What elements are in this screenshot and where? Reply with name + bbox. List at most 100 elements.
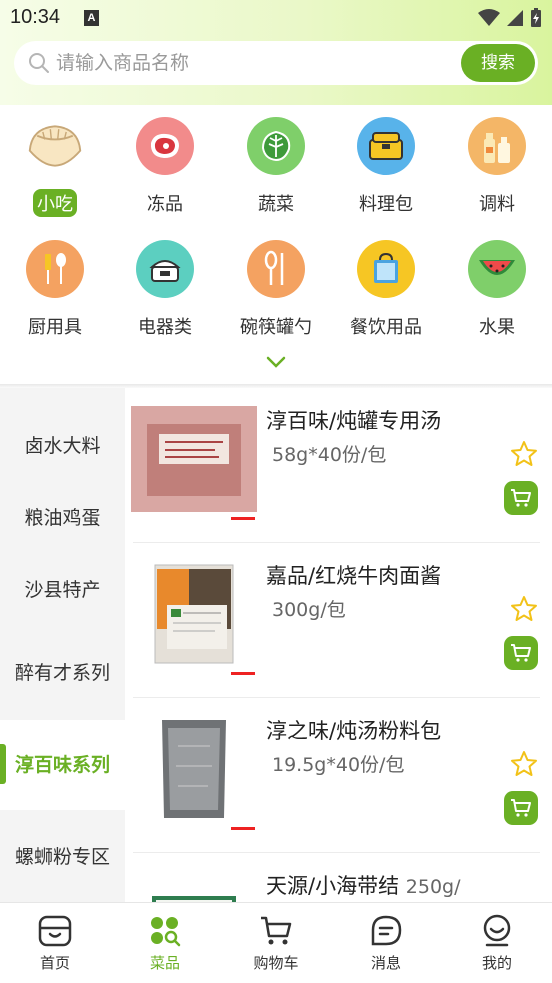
category-appliances[interactable]: 电器类 bbox=[110, 240, 220, 340]
category-seasoning[interactable]: 调料 bbox=[442, 117, 552, 217]
sidebar-item-grain-oil-eggs[interactable]: 粮油鸡蛋 bbox=[0, 478, 125, 558]
cart-icon bbox=[511, 489, 531, 507]
tab-cart[interactable]: 购物车 bbox=[221, 903, 331, 983]
lettuce-icon bbox=[247, 117, 305, 175]
category-fruit[interactable]: 水果 bbox=[442, 240, 552, 340]
tab-home[interactable]: 首页 bbox=[0, 903, 110, 983]
product-spec: 58g*40份/包 bbox=[272, 444, 387, 466]
menu-grid-icon bbox=[147, 913, 183, 949]
cart-icon bbox=[511, 799, 531, 817]
notification-a-icon: A bbox=[84, 10, 99, 26]
battery-icon bbox=[531, 8, 541, 27]
category-label: 碗筷罐勺 bbox=[240, 317, 312, 338]
shopping-bag-icon bbox=[357, 240, 415, 298]
tab-label: 首页 bbox=[39, 954, 70, 972]
category-label: 水果 bbox=[479, 317, 515, 338]
product-item[interactable]: 嘉品/红烧牛肉面酱 300g/包 bbox=[125, 543, 552, 698]
search-bar: 搜索 bbox=[14, 41, 538, 85]
category-label: 蔬菜 bbox=[258, 194, 294, 215]
system-icons bbox=[478, 8, 542, 28]
wifi-icon bbox=[478, 9, 500, 26]
product-name: 淳之味/炖汤粉料包 bbox=[266, 719, 442, 743]
product-spec: 300g/包 bbox=[272, 599, 346, 621]
home-icon bbox=[37, 913, 73, 949]
chevron-down-icon[interactable] bbox=[266, 355, 286, 369]
active-indicator bbox=[0, 744, 6, 784]
product-image: TY bbox=[131, 871, 257, 902]
tab-dishes[interactable]: 菜品 bbox=[110, 903, 220, 983]
sidebar-item-luosifen-zone[interactable]: 螺蛳粉专区 bbox=[0, 812, 125, 902]
sidebar-item-label: 粮油鸡蛋 bbox=[24, 507, 101, 529]
product-image bbox=[131, 716, 257, 830]
watermelon-icon bbox=[468, 240, 526, 298]
add-to-cart-button[interactable] bbox=[504, 481, 538, 515]
product-name: 嘉品/红烧牛肉面酱 bbox=[266, 564, 442, 588]
signal-icon bbox=[507, 10, 523, 26]
message-icon bbox=[368, 913, 404, 949]
category-vegetables[interactable]: 蔬菜 bbox=[221, 117, 331, 217]
category-catering-supplies[interactable]: 餐饮用品 bbox=[331, 240, 441, 340]
sidebar-item-shaxian-specialty[interactable]: 沙县特产 bbox=[0, 550, 125, 630]
cart-icon bbox=[511, 644, 531, 662]
seasoning-bottles-icon bbox=[468, 117, 526, 175]
category-grid: 小吃 冻品 蔬菜 料理包 调料 厨用具 电器类 碗筷罐勺 餐饮用品 水果 bbox=[0, 105, 552, 385]
category-label: 料理包 bbox=[359, 194, 413, 215]
tab-label: 我的 bbox=[481, 954, 512, 972]
header: 10:34 A 搜索 bbox=[0, 0, 552, 105]
category-frozen[interactable]: 冻品 bbox=[110, 117, 220, 217]
category-label: 厨用具 bbox=[28, 317, 82, 338]
lunchbox-icon bbox=[357, 117, 415, 175]
product-item[interactable]: 淳百味/炖罐专用汤 58g*40份/包 bbox=[125, 388, 552, 543]
favorite-star-icon[interactable] bbox=[510, 750, 538, 778]
profile-icon bbox=[479, 913, 515, 949]
sidebar-item-label: 卤水大料 bbox=[24, 435, 101, 457]
add-to-cart-button[interactable] bbox=[504, 791, 538, 825]
category-label: 餐饮用品 bbox=[350, 317, 422, 338]
product-image bbox=[131, 406, 257, 520]
product-image bbox=[131, 561, 257, 675]
sidebar-item-brine-spices[interactable]: 卤水大料 bbox=[0, 406, 125, 486]
status-time: 10:34 bbox=[10, 6, 61, 28]
tab-label: 消息 bbox=[370, 954, 401, 972]
product-list: 淳百味/炖罐专用汤 58g*40份/包 嘉品/红烧牛肉面酱 300g/包 淳之味… bbox=[125, 388, 552, 902]
sidebar-item-chunbaiwei-series[interactable]: 淳百味系列 bbox=[0, 720, 125, 810]
search-icon bbox=[29, 53, 49, 73]
category-label: 冻品 bbox=[147, 194, 183, 215]
product-spec: 250g/ bbox=[405, 876, 461, 898]
spoon-icon bbox=[247, 240, 305, 298]
sidebar-item-zuiyoucai-series[interactable]: 醉有才系列 bbox=[0, 628, 125, 718]
dumpling-icon bbox=[26, 117, 84, 175]
add-to-cart-button[interactable] bbox=[504, 636, 538, 670]
product-item[interactable]: TY 天源/小海带结 250g/ bbox=[125, 853, 552, 902]
sidebar-item-label: 醉有才系列 bbox=[15, 662, 111, 684]
category-kitchenware[interactable]: 厨用具 bbox=[0, 240, 110, 340]
category-tableware[interactable]: 碗筷罐勺 bbox=[221, 240, 331, 340]
category-snacks[interactable]: 小吃 bbox=[0, 117, 110, 217]
search-input[interactable] bbox=[56, 49, 456, 77]
category-label: 电器类 bbox=[138, 317, 192, 338]
search-button[interactable]: 搜索 bbox=[461, 44, 535, 82]
status-bar: 10:34 A bbox=[0, 0, 552, 38]
category-label: 小吃 bbox=[33, 189, 77, 217]
category-label: 调料 bbox=[479, 194, 515, 215]
sidebar-item-label: 淳百味系列 bbox=[15, 754, 111, 776]
cart-icon bbox=[258, 913, 294, 949]
product-item[interactable]: 淳之味/炖汤粉料包 19.5g*40份/包 bbox=[125, 698, 552, 853]
tab-label: 购物车 bbox=[253, 954, 299, 972]
favorite-star-icon[interactable] bbox=[510, 440, 538, 468]
product-spec: 19.5g*40份/包 bbox=[272, 754, 405, 776]
sidebar: 卤水大料 粮油鸡蛋 沙县特产 醉有才系列 淳百味系列 螺蛳粉专区 bbox=[0, 388, 125, 902]
meat-icon bbox=[136, 117, 194, 175]
product-name: 淳百味/炖罐专用汤 bbox=[266, 409, 442, 433]
category-meal-kits[interactable]: 料理包 bbox=[331, 117, 441, 217]
sidebar-item-label: 螺蛳粉专区 bbox=[15, 846, 111, 868]
tab-messages[interactable]: 消息 bbox=[331, 903, 441, 983]
product-name: 天源/小海带结 250g/ bbox=[266, 874, 461, 898]
favorite-star-icon[interactable] bbox=[510, 595, 538, 623]
tab-label: 菜品 bbox=[149, 954, 180, 972]
kitchen-utensils-icon bbox=[26, 240, 84, 298]
sidebar-item-label: 沙县特产 bbox=[24, 579, 101, 601]
rice-cooker-icon bbox=[136, 240, 194, 298]
bottom-tab-bar: 首页 菜品 购物车 消息 我的 bbox=[0, 902, 552, 983]
tab-profile[interactable]: 我的 bbox=[442, 903, 552, 983]
